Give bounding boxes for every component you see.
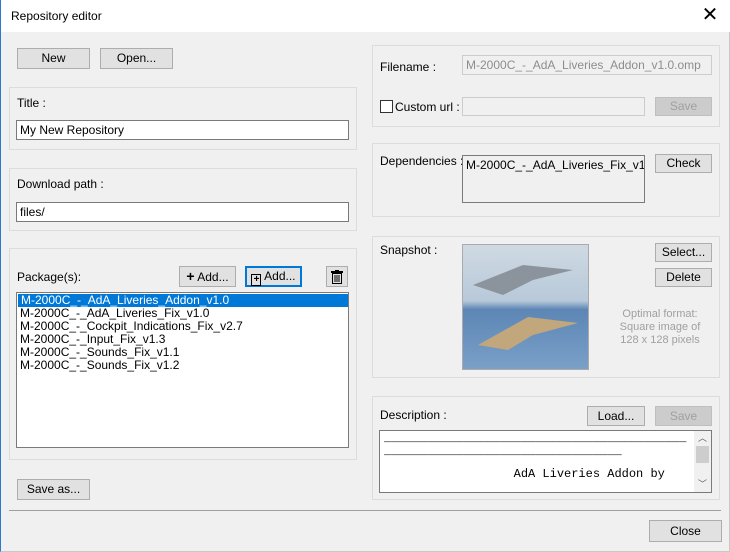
title-input[interactable]: My New Repository <box>16 120 349 140</box>
title-panel <box>9 87 357 150</box>
add-existing-package-label: Add... <box>264 269 296 283</box>
description-scrollbar[interactable]: ︿ ﹀ <box>694 431 711 492</box>
select-snapshot-button[interactable]: Select... <box>655 243 712 262</box>
separator <box>9 510 721 511</box>
delete-snapshot-button[interactable]: Delete <box>655 268 712 287</box>
custom-url-checkbox[interactable] <box>380 100 393 113</box>
title-label: Title : <box>17 96 46 110</box>
packages-list[interactable]: M-2000C_-_AdA_Liveries_Addon_v1.0 M-2000C… <box>16 292 349 448</box>
package-list-item[interactable]: M-2000C_-_Sounds_Fix_v1.2 <box>17 359 348 372</box>
close-window-icon[interactable]: ✕ <box>698 3 722 27</box>
trash-icon <box>331 270 343 284</box>
plus-icon: + <box>186 268 195 284</box>
filename-input[interactable]: M-2000C_-_AdA_Liveries_Addon_v1.0.omp <box>462 55 712 75</box>
close-button[interactable]: Close <box>649 520 722 542</box>
hint-line: Square image of <box>619 321 701 333</box>
dependencies-label: Dependencies : <box>380 154 464 168</box>
open-button[interactable]: Open... <box>100 48 173 69</box>
snapshot-label: Snapshot : <box>380 243 438 257</box>
window-title: Repository editor <box>11 9 102 23</box>
hint-line: 128 x 128 pixels <box>620 334 700 346</box>
load-description-button[interactable]: Load... <box>587 406 645 426</box>
download-path-label: Download path : <box>17 177 104 191</box>
save-as-button[interactable]: Save as... <box>17 479 90 500</box>
description-line: AdA Liveries Addon by <box>384 467 665 481</box>
delete-package-button[interactable] <box>326 266 348 287</box>
new-button[interactable]: New <box>17 48 90 69</box>
description-label: Description : <box>380 408 447 422</box>
custom-url-label: Custom url : <box>395 100 460 114</box>
save-url-button[interactable]: Save <box>655 97 712 116</box>
scroll-down-icon[interactable]: ﹀ <box>694 477 711 492</box>
scroll-thumb[interactable] <box>696 446 709 463</box>
download-path-input[interactable]: files/ <box>16 202 349 222</box>
filename-label: Filename : <box>380 60 437 74</box>
snapshot-image <box>462 244 589 370</box>
save-description-button[interactable]: Save <box>655 406 712 426</box>
check-button[interactable]: Check <box>655 154 712 173</box>
description-textarea[interactable]: ________________________________________… <box>379 430 712 493</box>
title-bar: Repository editor ✕ <box>0 0 730 32</box>
hint-line: Optimal format: <box>622 308 698 320</box>
snapshot-hint: Optimal format: Square image of 128 x 12… <box>605 308 715 347</box>
dependencies-box[interactable]: M-2000C_-_AdA_Liveries_Fix_v1.0 <box>462 155 645 203</box>
description-line: _________________________________ <box>384 444 622 458</box>
add-package-label: Add... <box>197 270 229 284</box>
custom-url-input[interactable] <box>462 97 645 116</box>
add-file-icon: + <box>251 274 262 286</box>
add-existing-package-button[interactable]: + Add... <box>245 266 302 287</box>
packages-label: Package(s): <box>17 270 82 284</box>
add-package-button[interactable]: + Add... <box>179 266 236 287</box>
scroll-up-icon[interactable]: ︿ <box>694 431 711 446</box>
